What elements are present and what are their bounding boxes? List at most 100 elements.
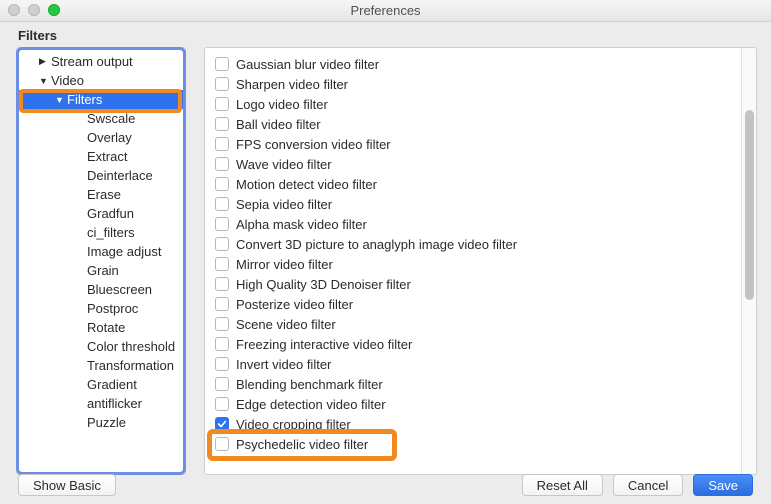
filter-checkbox[interactable] bbox=[215, 337, 229, 351]
filter-checkbox[interactable] bbox=[215, 237, 229, 251]
sidebar-item-swscale[interactable]: Swscale bbox=[17, 109, 185, 128]
filter-list-panel: Gaussian blur video filter Sharpen video … bbox=[204, 47, 757, 475]
disclosure-arrow-icon: ▶ bbox=[39, 56, 49, 67]
sidebar-item-label: Erase bbox=[87, 187, 121, 202]
filter-label: Blending benchmark filter bbox=[236, 377, 383, 392]
filter-checkbox[interactable] bbox=[215, 157, 229, 171]
sidebar-item-bluescreen[interactable]: Bluescreen bbox=[17, 280, 185, 299]
filter-list[interactable]: Gaussian blur video filter Sharpen video … bbox=[205, 48, 741, 474]
section-title: Filters bbox=[0, 22, 771, 47]
reset-all-button[interactable]: Reset All bbox=[522, 474, 603, 496]
minimize-icon[interactable] bbox=[28, 4, 40, 16]
main-container: Gaussian blur video filter Sharpen video … bbox=[204, 47, 757, 475]
save-button[interactable]: Save bbox=[693, 474, 753, 496]
sidebar-item-video[interactable]: ▼Video bbox=[17, 71, 185, 90]
sidebar-item-label: Video bbox=[51, 73, 84, 88]
filter-row[interactable]: Ball video filter bbox=[215, 114, 741, 134]
sidebar-item-puzzle[interactable]: Puzzle bbox=[17, 413, 185, 432]
filter-row[interactable]: Convert 3D picture to anaglyph image vid… bbox=[215, 234, 741, 254]
show-basic-button[interactable]: Show Basic bbox=[18, 474, 116, 496]
filter-checkbox[interactable] bbox=[215, 77, 229, 91]
filter-row[interactable]: Sharpen video filter bbox=[215, 74, 741, 94]
filter-row[interactable]: Blending benchmark filter bbox=[215, 374, 741, 394]
filter-label: Video cropping filter bbox=[236, 417, 351, 432]
sidebar-item-stream-output[interactable]: ▶Stream output bbox=[17, 52, 185, 71]
sidebar-item-overlay[interactable]: Overlay bbox=[17, 128, 185, 147]
zoom-icon[interactable] bbox=[48, 4, 60, 16]
filter-checkbox[interactable] bbox=[215, 437, 229, 451]
filter-label: Sharpen video filter bbox=[236, 77, 348, 92]
sidebar-item-label: Gradient bbox=[87, 377, 137, 392]
sidebar-item-image-adjust[interactable]: Image adjust bbox=[17, 242, 185, 261]
sidebar-item-antiflicker[interactable]: antiflicker bbox=[17, 394, 185, 413]
sidebar-item-rotate[interactable]: Rotate bbox=[17, 318, 185, 337]
filter-row[interactable]: Wave video filter bbox=[215, 154, 741, 174]
cancel-button[interactable]: Cancel bbox=[613, 474, 683, 496]
sidebar-item-filters[interactable]: ▼Filters bbox=[17, 90, 185, 109]
sidebar-tree[interactable]: ▶Stream output▼Video▼FiltersSwscaleOverl… bbox=[16, 47, 186, 475]
filter-checkbox[interactable] bbox=[215, 197, 229, 211]
filter-row[interactable]: High Quality 3D Denoiser filter bbox=[215, 274, 741, 294]
filter-label: Psychedelic video filter bbox=[236, 437, 368, 452]
sidebar-item-extract[interactable]: Extract bbox=[17, 147, 185, 166]
filter-checkbox[interactable] bbox=[215, 257, 229, 271]
window-controls bbox=[8, 4, 60, 16]
filter-checkbox[interactable] bbox=[215, 177, 229, 191]
filter-label: Edge detection video filter bbox=[236, 397, 386, 412]
filter-checkbox[interactable] bbox=[215, 397, 229, 411]
sidebar-item-color-threshold[interactable]: Color threshold bbox=[17, 337, 185, 356]
scrollbar[interactable] bbox=[741, 48, 756, 474]
filter-label: FPS conversion video filter bbox=[236, 137, 391, 152]
scrollbar-thumb[interactable] bbox=[745, 110, 754, 300]
sidebar-item-grain[interactable]: Grain bbox=[17, 261, 185, 280]
filter-row[interactable]: Posterize video filter bbox=[215, 294, 741, 314]
filter-checkbox[interactable] bbox=[215, 357, 229, 371]
sidebar-item-deinterlace[interactable]: Deinterlace bbox=[17, 166, 185, 185]
filter-row[interactable]: Invert video filter bbox=[215, 354, 741, 374]
filter-label: High Quality 3D Denoiser filter bbox=[236, 277, 411, 292]
sidebar-item-label: Grain bbox=[87, 263, 119, 278]
sidebar-item-label: Color threshold bbox=[87, 339, 175, 354]
filter-checkbox[interactable] bbox=[215, 137, 229, 151]
filter-row[interactable]: Logo video filter bbox=[215, 94, 741, 114]
sidebar-item-gradient[interactable]: Gradient bbox=[17, 375, 185, 394]
filter-checkbox[interactable] bbox=[215, 297, 229, 311]
filter-row[interactable]: Psychedelic video filter bbox=[215, 434, 741, 454]
disclosure-arrow-icon: ▼ bbox=[55, 95, 65, 105]
filter-row[interactable]: Alpha mask video filter bbox=[215, 214, 741, 234]
sidebar-item-label: Deinterlace bbox=[87, 168, 153, 183]
filter-checkbox[interactable] bbox=[215, 117, 229, 131]
filter-checkbox[interactable] bbox=[215, 417, 229, 431]
filter-label: Alpha mask video filter bbox=[236, 217, 367, 232]
filter-row[interactable]: Mirror video filter bbox=[215, 254, 741, 274]
sidebar-item-ci-filters[interactable]: ci_filters bbox=[17, 223, 185, 242]
filter-row[interactable]: Sepia video filter bbox=[215, 194, 741, 214]
filter-row[interactable]: Video cropping filter bbox=[215, 414, 741, 434]
filter-row[interactable]: FPS conversion video filter bbox=[215, 134, 741, 154]
filter-checkbox[interactable] bbox=[215, 277, 229, 291]
filter-label: Convert 3D picture to anaglyph image vid… bbox=[236, 237, 517, 252]
filter-checkbox[interactable] bbox=[215, 97, 229, 111]
footer: Show Basic Reset All Cancel Save bbox=[0, 474, 771, 496]
sidebar-container: ▶Stream output▼Video▼FiltersSwscaleOverl… bbox=[16, 47, 186, 475]
sidebar-item-gradfun[interactable]: Gradfun bbox=[17, 204, 185, 223]
close-icon[interactable] bbox=[8, 4, 20, 16]
content-area: ▶Stream output▼Video▼FiltersSwscaleOverl… bbox=[0, 47, 771, 475]
sidebar-item-label: Gradfun bbox=[87, 206, 134, 221]
sidebar-item-erase[interactable]: Erase bbox=[17, 185, 185, 204]
filter-checkbox[interactable] bbox=[215, 377, 229, 391]
sidebar-item-label: Stream output bbox=[51, 54, 133, 69]
filter-row[interactable]: Edge detection video filter bbox=[215, 394, 741, 414]
filter-checkbox[interactable] bbox=[215, 57, 229, 71]
filter-row[interactable]: Gaussian blur video filter bbox=[215, 54, 741, 74]
filter-label: Invert video filter bbox=[236, 357, 331, 372]
filter-checkbox[interactable] bbox=[215, 217, 229, 231]
sidebar-item-transformation[interactable]: Transformation bbox=[17, 356, 185, 375]
filter-checkbox[interactable] bbox=[215, 317, 229, 331]
sidebar-item-label: Image adjust bbox=[87, 244, 161, 259]
sidebar-item-postproc[interactable]: Postproc bbox=[17, 299, 185, 318]
filter-row[interactable]: Motion detect video filter bbox=[215, 174, 741, 194]
filter-row[interactable]: Freezing interactive video filter bbox=[215, 334, 741, 354]
sidebar-item-label: Transformation bbox=[87, 358, 174, 373]
filter-row[interactable]: Scene video filter bbox=[215, 314, 741, 334]
